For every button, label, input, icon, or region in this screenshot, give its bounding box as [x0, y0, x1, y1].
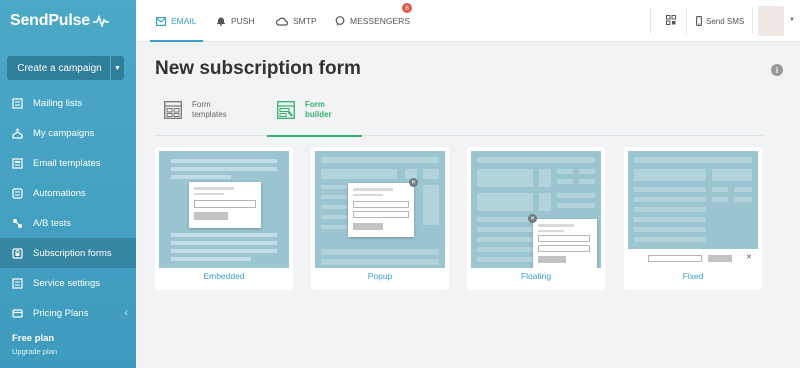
- fixed-preview: ✕: [628, 151, 758, 268]
- card-label: Fixed: [682, 271, 704, 281]
- card-label: Popup: [367, 271, 393, 281]
- campaigns-icon: [12, 127, 23, 139]
- sidebar-item-label: Automations: [33, 187, 86, 199]
- pricing-icon: [12, 308, 23, 319]
- messengers-badge: 8: [402, 3, 412, 13]
- ab-test-icon: [12, 218, 23, 229]
- chevron-down-icon[interactable]: ▼: [789, 17, 795, 23]
- divider: [686, 8, 687, 34]
- email-icon: [156, 16, 166, 26]
- subtab-label: Form templates: [192, 100, 227, 119]
- tab-push[interactable]: PUSH: [216, 0, 255, 42]
- embedded-preview: [159, 151, 289, 268]
- sidebar-item-subscription-forms[interactable]: Subscription forms: [0, 238, 136, 268]
- collapse-sidebar-icon[interactable]: ‹: [124, 307, 128, 319]
- divider: [752, 8, 753, 34]
- tab-messengers[interactable]: MESSENGERS: [335, 0, 410, 42]
- sidebar-item-label: Pricing Plans: [33, 307, 89, 319]
- page-title: New subscription form: [155, 58, 361, 79]
- sidebar-item-ab-tests[interactable]: A/B tests: [0, 208, 136, 238]
- create-campaign-button[interactable]: Create a campaign ▼: [7, 56, 124, 80]
- sidebar-item-label: Service settings: [33, 277, 101, 289]
- sidebar-item-my-campaigns[interactable]: My campaigns: [0, 118, 136, 148]
- tab-form-templates[interactable]: Form templates: [164, 96, 227, 136]
- send-sms-button[interactable]: Send SMS: [696, 0, 744, 42]
- create-campaign-label: Create a campaign: [17, 62, 102, 74]
- settings-icon: [12, 277, 23, 289]
- subtab-label: Form builder: [305, 100, 332, 119]
- popup-preview: ✕: [315, 151, 445, 268]
- grid-icon: [164, 101, 182, 122]
- tab-form-builder[interactable]: Form builder: [267, 96, 362, 137]
- automation-icon: [12, 187, 23, 199]
- chat-icon: [335, 16, 345, 26]
- list-icon: [12, 97, 23, 109]
- form-icon: [12, 247, 23, 259]
- form-subtabs: Form templates Form builder: [155, 96, 763, 137]
- logo-text: SendPulse: [10, 12, 91, 29]
- send-sms-label: Send SMS: [706, 16, 745, 26]
- sidebar: SendPulse Create a campaign ▼ Mailing li…: [0, 0, 136, 368]
- sidebar-item-service-settings[interactable]: Service settings: [0, 268, 136, 298]
- sidebar-nav: Mailing lists My campaigns Email templat…: [0, 88, 136, 328]
- sidebar-item-label: Mailing lists: [33, 97, 83, 109]
- tab-label: PUSH: [231, 16, 255, 26]
- tab-label: EMAIL: [171, 16, 197, 26]
- plan-info: Free plan Upgrade plan: [12, 333, 57, 356]
- card-label: Floating: [520, 271, 552, 281]
- pulse-icon: [93, 15, 110, 27]
- card-floating[interactable]: ✕ Floating: [467, 147, 605, 290]
- card-label: Embedded: [203, 271, 245, 281]
- upgrade-plan-link[interactable]: Upgrade plan: [12, 347, 57, 356]
- create-campaign-dropdown[interactable]: ▼: [110, 56, 124, 80]
- sidebar-item-mailing-lists[interactable]: Mailing lists: [0, 88, 136, 118]
- tab-email[interactable]: EMAIL: [150, 0, 202, 42]
- divider: [650, 8, 651, 34]
- tab-label: SMTP: [293, 16, 317, 26]
- tab-smtp[interactable]: SMTP: [276, 0, 317, 42]
- sidebar-item-label: Subscription forms: [33, 247, 112, 259]
- sidebar-item-pricing-plans[interactable]: Pricing Plans ‹: [0, 298, 136, 328]
- card-fixed[interactable]: ✕ Fixed: [624, 147, 762, 290]
- tab-label: MESSENGERS: [350, 16, 410, 26]
- bell-icon: [216, 16, 226, 26]
- sidebar-item-email-templates[interactable]: Email templates: [0, 148, 136, 178]
- template-icon: [12, 157, 23, 169]
- card-embedded[interactable]: Embedded: [155, 147, 293, 290]
- avatar[interactable]: [758, 6, 784, 36]
- sidebar-item-automations[interactable]: Automations: [0, 178, 136, 208]
- sidebar-item-label: My campaigns: [33, 127, 95, 139]
- builder-icon: [277, 101, 295, 122]
- chevron-down-icon: ▼: [114, 64, 121, 72]
- info-icon[interactable]: i: [771, 64, 783, 76]
- cloud-icon: [276, 17, 288, 26]
- apps-button[interactable]: [666, 0, 676, 42]
- plan-title: Free plan: [12, 333, 55, 344]
- card-popup[interactable]: ✕ Popup: [311, 147, 449, 290]
- apps-icon: [666, 15, 676, 27]
- logo[interactable]: SendPulse: [0, 0, 136, 42]
- sidebar-item-label: Email templates: [33, 157, 101, 169]
- sidebar-item-label: A/B tests: [33, 217, 72, 229]
- floating-preview: ✕: [471, 151, 601, 268]
- phone-icon: [696, 16, 702, 26]
